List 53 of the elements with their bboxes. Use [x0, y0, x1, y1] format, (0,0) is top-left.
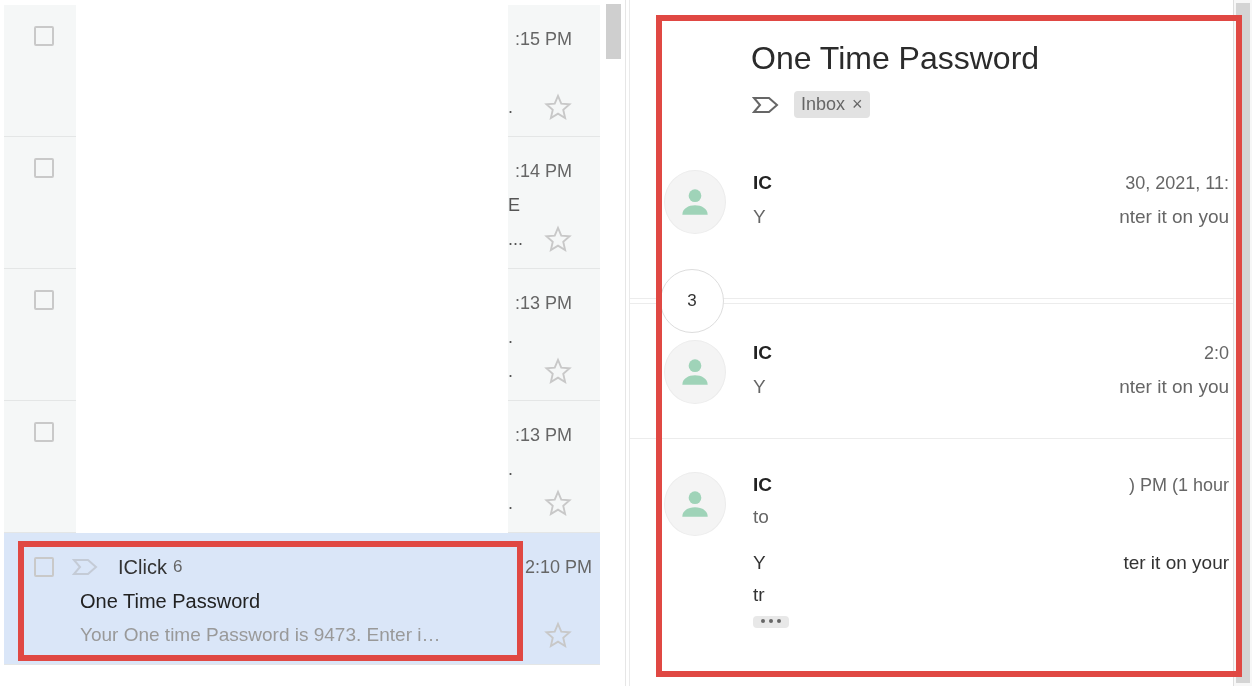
recipient-text: to: [753, 506, 769, 528]
message-preview: Y: [753, 376, 766, 398]
message-body: tr: [753, 584, 765, 606]
checkbox[interactable]: [34, 557, 54, 577]
sender-name: IC: [753, 474, 772, 496]
remove-label-button[interactable]: ×: [852, 94, 863, 115]
sender-name: IClick: [118, 555, 167, 579]
star-icon[interactable]: [544, 489, 572, 517]
email-row[interactable]: :13 PM . .: [4, 401, 600, 533]
email-time: 2:10 PM: [524, 556, 592, 578]
message-body: Y: [753, 552, 766, 574]
ellipsis-icon[interactable]: [753, 616, 789, 628]
star-icon[interactable]: [544, 357, 572, 385]
email-subject: .: [508, 326, 513, 348]
scrollbar-thumb[interactable]: [606, 4, 621, 59]
checkbox[interactable]: [34, 158, 54, 178]
email-row[interactable]: :14 PM E ...: [4, 137, 600, 269]
checkbox[interactable]: [34, 26, 54, 46]
message-date: 2:0: [1204, 342, 1230, 364]
sender-name: IC: [753, 172, 772, 194]
label-marker-icon[interactable]: [72, 557, 98, 577]
email-subject: .: [508, 458, 513, 480]
label-icon[interactable]: [752, 94, 780, 115]
email-time: :13 PM: [514, 424, 572, 446]
thread-title: One Time Password: [751, 40, 1041, 77]
label-text: Inbox: [801, 94, 846, 115]
email-row[interactable]: :15 PM .: [4, 5, 600, 137]
email-time: :13 PM: [514, 292, 572, 314]
checkbox[interactable]: [34, 290, 54, 310]
collapsed-count-button[interactable]: 3: [660, 269, 724, 333]
star-icon[interactable]: [544, 93, 572, 121]
email-row[interactable]: :13 PM . .: [4, 269, 600, 401]
thread-count: 6: [172, 557, 183, 577]
star-icon[interactable]: [544, 225, 572, 253]
sender-name: IC: [753, 342, 772, 364]
checkbox[interactable]: [34, 422, 54, 442]
star-icon[interactable]: [544, 621, 572, 649]
message-date: 30, 2021, 11:: [1125, 172, 1230, 194]
message-body: ter it on your: [1123, 552, 1230, 574]
message-preview: nter it on you: [1119, 376, 1230, 398]
email-time: :15 PM: [514, 28, 572, 50]
email-snippet: .: [508, 492, 513, 514]
message-date: ) PM (1 hour: [1129, 474, 1230, 496]
email-snippet: Your One time Password is 9473. Enter i…: [80, 624, 441, 646]
message-preview: Y: [753, 206, 766, 228]
email-snippet: .: [508, 96, 513, 118]
email-snippet: ...: [508, 228, 523, 250]
message-preview: nter it on you: [1119, 206, 1230, 228]
email-row[interactable]: IClick 6 2:10 PM One Time Password Your One time Password is 9473. Enter i…: [4, 533, 600, 665]
email-subject: E: [508, 194, 520, 216]
email-snippet: .: [508, 360, 513, 382]
email-subject: One Time Password: [80, 589, 261, 613]
email-time: :14 PM: [514, 160, 572, 182]
